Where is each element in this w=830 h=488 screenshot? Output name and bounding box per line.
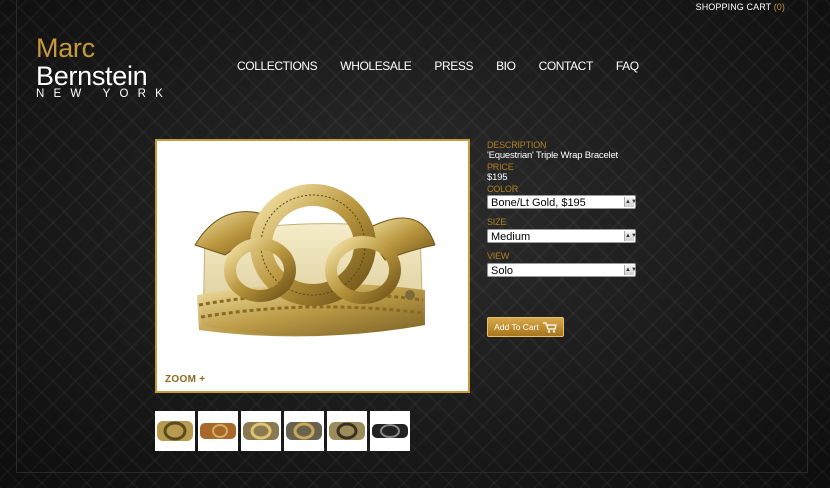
view-select-value: Solo — [491, 265, 514, 277]
size-select-value: Medium — [491, 231, 531, 243]
chevron-down-icon: ▲▼ — [624, 231, 637, 241]
thumbnail-3[interactable] — [241, 411, 281, 451]
chevron-down-icon: ▲▼ — [624, 265, 637, 275]
nav-contact[interactable]: CONTACT — [539, 59, 594, 73]
add-to-cart-button[interactable]: Add To Cart — [487, 317, 564, 337]
view-label: VIEW — [487, 251, 510, 261]
nav-faq[interactable]: FAQ — [616, 59, 639, 73]
nav-press[interactable]: PRESS — [434, 59, 473, 73]
color-select-value: Bone/Lt Gold, $195 — [491, 197, 586, 209]
add-to-cart-label: Add To Cart — [494, 322, 539, 332]
shopping-cart-link[interactable]: SHOPPING CART (0) — [696, 2, 785, 12]
nav-collections[interactable]: COLLECTIONS — [237, 59, 318, 73]
cart-count: (0) — [773, 2, 785, 12]
size-select[interactable]: Medium ▲▼ — [487, 229, 637, 243]
color-label: COLOR — [487, 184, 519, 194]
color-select[interactable]: Bone/Lt Gold, $195 ▲▼ — [487, 195, 637, 209]
size-label: SIZE — [487, 217, 507, 227]
nav-wholesale[interactable]: WHOLESALE — [340, 59, 411, 73]
logo-first-name: Marc — [36, 33, 95, 63]
product-image-box[interactable]: ZOOM + — [155, 139, 470, 393]
thumbnail-1[interactable] — [155, 411, 195, 451]
logo-last-name: Bernstein — [36, 61, 148, 91]
view-select[interactable]: Solo ▲▼ — [487, 263, 637, 277]
price-value: $195 — [487, 172, 508, 183]
price-label: PRICE — [487, 162, 514, 172]
description-text: 'Equestrian' Triple Wrap Bracelet — [487, 150, 618, 161]
thumbnail-strip — [155, 411, 413, 451]
thumbnail-4[interactable] — [284, 411, 324, 451]
cart-label: SHOPPING CART — [695, 2, 772, 12]
thumbnail-6[interactable] — [370, 411, 410, 451]
cart-icon — [542, 321, 557, 333]
bracelet-image — [194, 184, 436, 337]
main-nav: COLLECTIONS WHOLESALE PRESS BIO CONTACT … — [237, 59, 662, 73]
nav-bio[interactable]: BIO — [496, 59, 516, 73]
chevron-down-icon: ▲▼ — [624, 197, 637, 207]
thumbnail-2[interactable] — [198, 411, 238, 451]
thumbnail-5[interactable] — [327, 411, 367, 451]
brand-logo[interactable]: Marc Bernstein NEW YORK — [36, 34, 206, 100]
logo-city: NEW YORK — [36, 88, 173, 100]
product-details: DESCRIPTION 'Equestrian' Triple Wrap Bra… — [487, 140, 647, 337]
zoom-button[interactable]: ZOOM + — [165, 374, 205, 385]
description-label: DESCRIPTION — [487, 140, 547, 150]
